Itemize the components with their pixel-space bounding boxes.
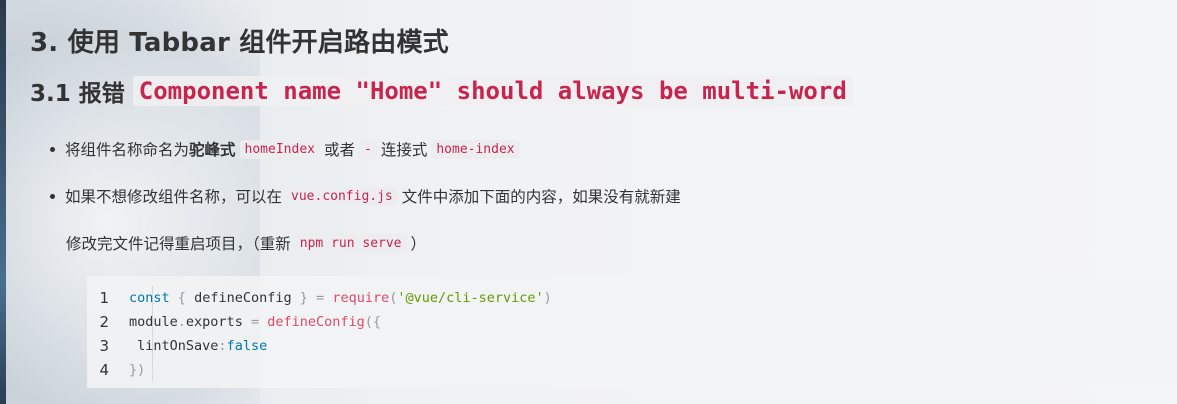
inline-code: npm run serve	[294, 233, 407, 253]
code-line-text: lintOnSave:false	[137, 338, 268, 354]
background-edge	[0, 0, 6, 404]
line-number: 4	[99, 361, 109, 379]
paragraph: 修改完文件记得重启项目，（重新 npm run serve ）	[66, 232, 426, 254]
inline-code: vue.config.js	[286, 186, 398, 206]
list-item: 将组件名称命名为 驼峰式 homeIndex 或者 - 连接式 home-ind…	[50, 138, 524, 160]
code-line: 1 const { defineConfig } = require('@vue…	[87, 286, 552, 310]
text: ）	[410, 235, 427, 253]
text: 将组件名称命名为	[65, 141, 190, 159]
inline-code: -	[359, 139, 377, 159]
list-item: 如果不想修改组件名称，可以在 vue.config.js 文件中添加下面的内容，…	[50, 185, 681, 207]
subsection-heading: 3.1 报错 Component name "Home" should alwa…	[30, 74, 853, 108]
text: 文件中添加下面的内容，如果没有就新建	[401, 188, 681, 206]
text: 连接式	[380, 141, 428, 159]
line-number: 2	[99, 313, 109, 331]
subsection-prefix: 3.1 报错	[30, 81, 125, 107]
text: 修改完文件记得重启项目，（重新	[66, 235, 291, 253]
line-number: 3	[99, 337, 109, 355]
text: 如果不想修改组件名称，可以在	[65, 188, 283, 206]
bullet-dot	[50, 146, 55, 152]
inline-code: home-index	[431, 139, 520, 159]
code-line-text: })	[129, 362, 146, 378]
code-line-text: module.exports = defineConfig({	[129, 314, 382, 330]
bold-text: 驼峰式	[189, 141, 236, 159]
code-line-text: const { defineConfig } = require('@vue/c…	[129, 290, 552, 306]
line-number: 1	[99, 289, 109, 307]
error-message-code: Component name "Home" should always be m…	[132, 76, 853, 106]
text: 或者	[323, 141, 355, 159]
code-line: 2 module.exports = defineConfig({	[87, 310, 381, 334]
code-line: 3 lintOnSave:false	[87, 334, 267, 358]
section-heading: 3. 使用 Tabbar 组件开启路由模式	[30, 28, 449, 58]
bullet-dot	[50, 193, 55, 199]
code-block[interactable]: 1 const { defineConfig } = require('@vue…	[87, 276, 1177, 388]
code-line: 4 })	[87, 358, 145, 382]
inline-code: homeIndex	[239, 139, 320, 159]
